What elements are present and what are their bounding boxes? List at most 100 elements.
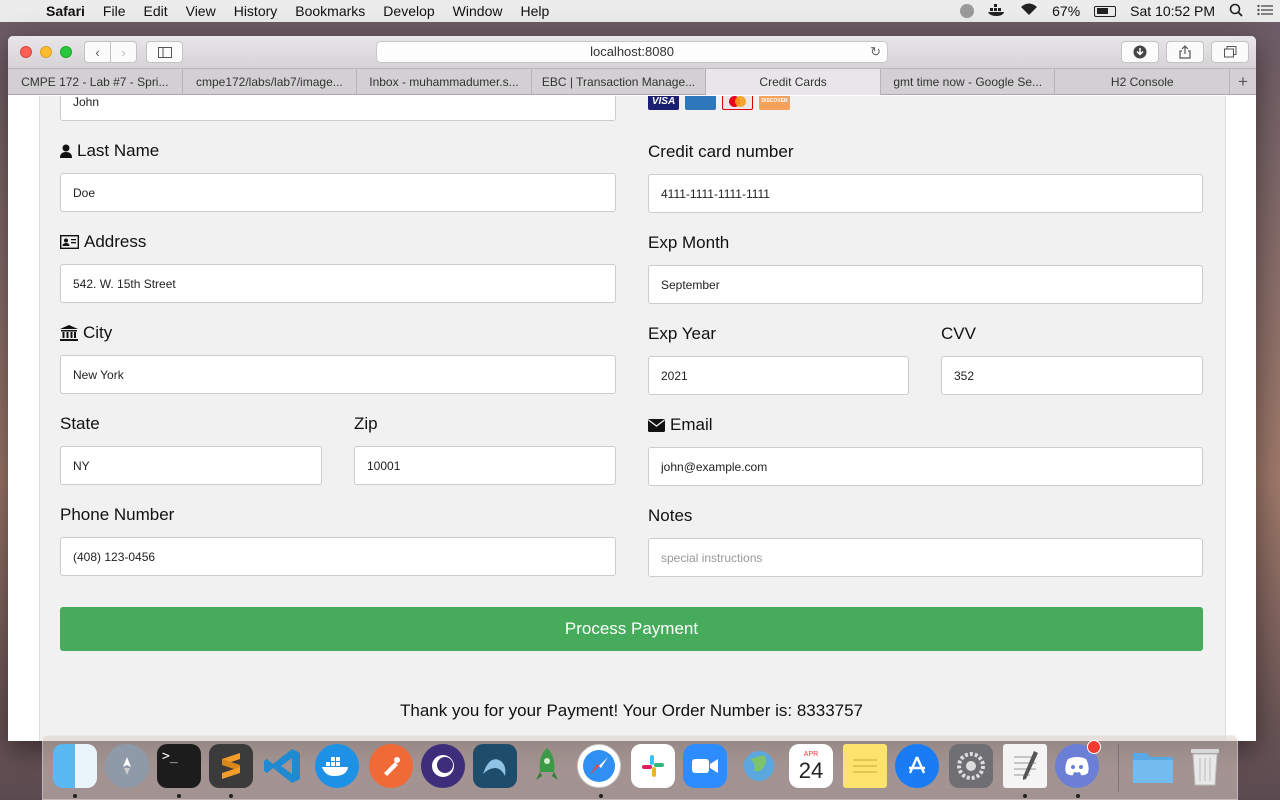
tabs-icon: [1223, 46, 1236, 58]
last-name-input[interactable]: [60, 173, 616, 212]
email-input[interactable]: [648, 447, 1203, 486]
process-payment-button[interactable]: Process Payment: [60, 607, 1203, 651]
zoom-app-icon[interactable]: [683, 744, 727, 788]
macos-menu-bar: Safari File Edit View History Bookmarks …: [0, 0, 1280, 22]
docker-menu-icon[interactable]: [988, 3, 1006, 19]
window-controls: [20, 46, 80, 58]
downloads-button[interactable]: [1121, 41, 1159, 63]
browser-toolbar: ‹ › localhost:8080 ↻: [8, 36, 1256, 69]
accepted-cards: VISA DISCOVER: [648, 96, 796, 110]
discover-card-icon: DISCOVER: [759, 96, 790, 110]
notes-app-icon[interactable]: [843, 744, 887, 788]
tab-credit-cards[interactable]: Credit Cards: [706, 69, 881, 95]
safari-window: ‹ › localhost:8080 ↻ CMPE 172 - Lab #7 -…: [8, 36, 1256, 741]
cvv-input[interactable]: [941, 356, 1203, 395]
robo3t-app-icon[interactable]: [525, 744, 569, 788]
menu-file[interactable]: File: [94, 3, 135, 19]
payment-form: VISA DISCOVER Last Name Address: [39, 96, 1226, 741]
email-label: Email: [648, 415, 713, 435]
notes-label: Notes: [648, 506, 693, 525]
sidebar-icon: [157, 46, 172, 58]
network-utility-app-icon[interactable]: [737, 744, 781, 788]
city-input[interactable]: [60, 355, 616, 394]
exp-month-input[interactable]: [648, 265, 1203, 304]
exp-year-input[interactable]: [648, 356, 909, 395]
address-label-text: Address: [84, 232, 147, 251]
mastercard-card-icon: [722, 96, 753, 110]
discord-app-icon[interactable]: [1055, 740, 1101, 788]
sublime-text-app-icon[interactable]: [209, 744, 253, 788]
status-indicator-icon[interactable]: [960, 4, 975, 18]
menu-view[interactable]: View: [177, 3, 225, 19]
forward-button[interactable]: ›: [110, 41, 137, 63]
close-window-button[interactable]: [20, 46, 32, 58]
launchpad-app-icon[interactable]: [105, 744, 149, 788]
menu-clock[interactable]: Sat 10:52 PM: [1130, 3, 1215, 19]
menu-window[interactable]: Window: [444, 3, 512, 19]
menu-edit[interactable]: Edit: [134, 3, 176, 19]
chevron-right-icon: ›: [121, 44, 126, 60]
wifi-icon[interactable]: [1020, 3, 1038, 19]
envelope-icon: [648, 418, 665, 432]
spotlight-search-icon[interactable]: [1229, 3, 1243, 20]
tab-inbox[interactable]: Inbox - muhammadumer.s...: [357, 69, 532, 95]
email-label-text: Email: [670, 415, 713, 434]
state-input[interactable]: [60, 446, 322, 485]
notes-input[interactable]: [648, 538, 1203, 577]
safari-app-icon[interactable]: [577, 744, 621, 788]
exp-year-label: Exp Year: [648, 324, 717, 343]
phone-input[interactable]: [60, 537, 616, 576]
menu-history[interactable]: History: [225, 3, 287, 19]
sidebar-toggle-button[interactable]: [146, 41, 183, 63]
menu-develop[interactable]: Develop: [374, 3, 443, 19]
app-store-app-icon[interactable]: [895, 744, 939, 788]
downloads-folder-icon[interactable]: [1131, 744, 1175, 788]
minimize-window-button[interactable]: [40, 46, 52, 58]
exp-month-label: Exp Month: [648, 233, 730, 252]
state-label: State: [60, 414, 100, 433]
textedit-app-icon[interactable]: [1003, 744, 1047, 788]
last-name-label-text: Last Name: [77, 141, 160, 160]
mysql-workbench-app-icon[interactable]: [473, 744, 517, 788]
docker-app-icon[interactable]: [315, 744, 359, 788]
address-input[interactable]: [60, 264, 616, 303]
tab-ebc-transactions[interactable]: EBC | Transaction Manage...: [532, 69, 707, 95]
tab-google-search[interactable]: gmt time now - Google Se...: [881, 69, 1056, 95]
system-preferences-app-icon[interactable]: [949, 744, 993, 788]
zip-input[interactable]: [354, 446, 616, 485]
vscode-app-icon[interactable]: [261, 744, 305, 788]
card-number-input[interactable]: [648, 174, 1203, 213]
calendar-day-text: 24: [798, 757, 824, 783]
tor-browser-app-icon[interactable]: [421, 744, 465, 788]
calendar-app-icon[interactable]: APR 24: [789, 744, 833, 788]
postman-app-icon[interactable]: [369, 744, 413, 788]
menu-bookmarks[interactable]: Bookmarks: [286, 3, 374, 19]
tab-cmpe172-lab7[interactable]: CMPE 172 - Lab #7 - Spri...: [8, 69, 183, 95]
reload-icon[interactable]: ↻: [870, 42, 881, 62]
share-icon: [1179, 45, 1191, 59]
amex-card-icon: [685, 96, 716, 110]
phone-label: Phone Number: [60, 505, 175, 524]
new-tab-button[interactable]: +: [1230, 69, 1256, 94]
notification-center-icon[interactable]: [1257, 3, 1273, 19]
tab-bar: CMPE 172 - Lab #7 - Spri... cmpe172/labs…: [8, 69, 1256, 95]
tab-h2-console[interactable]: H2 Console: [1055, 69, 1231, 95]
trash-icon[interactable]: [1183, 744, 1227, 788]
dock-separator: [1118, 744, 1119, 792]
finder-app-icon[interactable]: [53, 744, 97, 788]
terminal-app-icon[interactable]: >_: [157, 744, 201, 788]
menu-help[interactable]: Help: [511, 3, 558, 19]
address-bar[interactable]: localhost:8080 ↻: [376, 41, 888, 63]
city-label: City: [60, 323, 112, 343]
battery-icon[interactable]: [1094, 5, 1117, 17]
first-name-input[interactable]: [60, 96, 616, 121]
tab-overview-button[interactable]: [1211, 41, 1249, 63]
user-icon: [60, 144, 72, 158]
slack-app-icon[interactable]: [631, 744, 675, 788]
back-button[interactable]: ‹: [84, 41, 111, 63]
institution-icon: [60, 325, 78, 341]
maximize-window-button[interactable]: [60, 46, 72, 58]
app-menu[interactable]: Safari: [42, 3, 94, 19]
tab-lab7-images[interactable]: cmpe172/labs/lab7/image...: [183, 69, 358, 95]
share-button[interactable]: [1166, 41, 1204, 63]
